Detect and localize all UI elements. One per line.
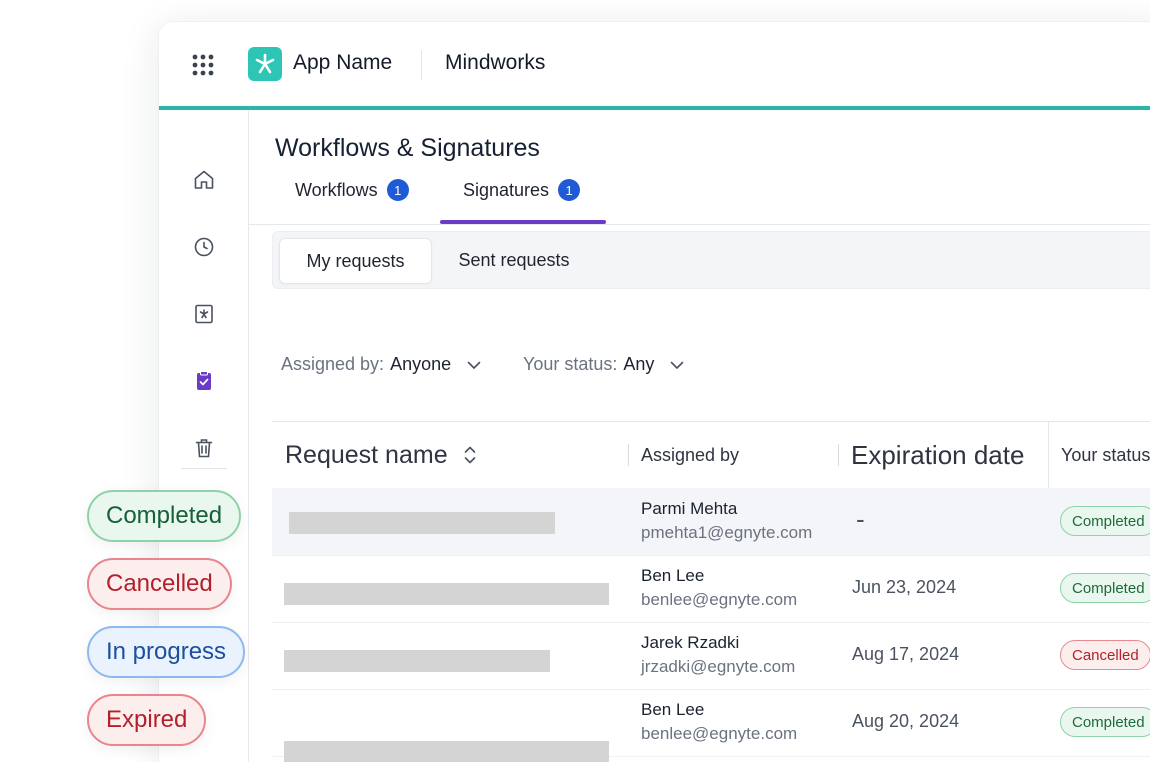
- status-badge: Completed: [1060, 573, 1150, 603]
- your-status-filter-value: Any: [623, 354, 655, 374]
- chevron-down-icon: [467, 361, 481, 369]
- tab-workflows[interactable]: Workflows 1: [295, 179, 409, 201]
- grid-icon[interactable]: [192, 54, 214, 76]
- expiration-date: Aug 20, 2024: [852, 711, 960, 731]
- col-request-name[interactable]: Request name: [285, 422, 478, 488]
- app-window: App Name Mindworks Workflows & Signature…: [159, 22, 1150, 762]
- header-divider: [421, 50, 422, 80]
- request-type-switch: My requests Sent requests: [272, 231, 1150, 289]
- col-assigned-by[interactable]: Assigned by: [641, 422, 739, 488]
- assignee-email: benlee@egnyte.com: [641, 590, 798, 609]
- table-row[interactable]: Ben Lee benlee@egnyte.com Aug 20, 2024 C…: [272, 689, 1150, 762]
- request-name-placeholder: [284, 741, 609, 762]
- status-legend-expired: Expired: [87, 694, 207, 746]
- assigned-by-filter-value: Anyone: [390, 354, 452, 374]
- asterisk-logo-icon[interactable]: [248, 47, 282, 81]
- top-bar: App Name Mindworks: [159, 22, 1150, 106]
- assignee-email: jrzadki@egnyte.com: [641, 657, 796, 676]
- table-header: Request name Assigned by Expiration date…: [272, 421, 1150, 489]
- assigned-by-filter-label: Assigned by:: [281, 354, 385, 374]
- tab-signatures[interactable]: Signatures 1: [463, 179, 581, 201]
- chevron-down-icon: [671, 361, 684, 369]
- asterisk-document-icon[interactable]: [192, 302, 216, 326]
- table-row[interactable]: Parmi Mehta pmehta1@egnyte.com - Complet…: [272, 488, 1150, 556]
- assignee: Ben Lee benlee@egnyte.com: [641, 699, 797, 745]
- status-badge: Completed: [1060, 707, 1150, 737]
- column-divider: [1048, 422, 1049, 488]
- app-name[interactable]: App Name: [293, 51, 392, 75]
- expiration-date: Jun 23, 2024: [852, 577, 957, 597]
- your-status-filter-label: Your status:: [523, 354, 618, 374]
- org-name[interactable]: Mindworks: [445, 51, 545, 75]
- table-row[interactable]: Jarek Rzadki jrzadki@egnyte.com Aug 17, …: [272, 622, 1150, 690]
- home-icon[interactable]: [192, 168, 216, 192]
- col-expiration-date[interactable]: Expiration date: [851, 422, 1024, 488]
- tab-workflows-badge: 1: [386, 179, 409, 201]
- assignee-name: Ben Lee: [641, 566, 705, 585]
- assignee-name: Jarek Rzadki: [641, 633, 740, 652]
- trash-icon[interactable]: [192, 436, 216, 460]
- page-title: Workflows & Signatures: [275, 134, 540, 162]
- status-legend-in-progress: In progress: [87, 626, 246, 678]
- column-divider: [838, 444, 839, 466]
- sort-icon[interactable]: [462, 445, 478, 465]
- assignee-email: pmehta1@egnyte.com: [641, 523, 813, 542]
- assignee-name: Parmi Mehta: [641, 499, 738, 518]
- sidebar-divider: [181, 468, 227, 469]
- assigned-by-filter[interactable]: Assigned by: Anyone: [281, 354, 483, 375]
- expiration-date: -: [856, 504, 865, 534]
- expiration-date: Aug 17, 2024: [852, 644, 960, 664]
- table-row[interactable]: Ben Lee benlee@egnyte.com Jun 23, 2024 C…: [272, 555, 1150, 623]
- clock-icon[interactable]: [192, 235, 216, 259]
- assignee: Ben Lee benlee@egnyte.com: [641, 565, 797, 611]
- assignee-name: Ben Lee: [641, 700, 705, 719]
- tabs-divider: [249, 224, 1150, 225]
- status-badge: Completed: [1060, 506, 1150, 536]
- tab-workflows-label: Workflows: [295, 179, 378, 200]
- sent-requests-button[interactable]: Sent requests: [435, 238, 593, 282]
- assignee: Parmi Mehta pmehta1@egnyte.com: [641, 498, 812, 544]
- col-request-name-label: Request name: [285, 440, 448, 469]
- status-legend-cancelled: Cancelled: [87, 558, 232, 610]
- your-status-filter[interactable]: Your status: Any: [523, 354, 686, 375]
- request-name-placeholder: [284, 650, 550, 672]
- status-badge: Cancelled: [1060, 640, 1150, 670]
- status-legend-completed: Completed: [87, 490, 242, 542]
- request-name-placeholder: [284, 583, 609, 605]
- tab-signatures-label: Signatures: [463, 179, 550, 200]
- column-divider: [628, 444, 629, 466]
- tab-signatures-badge: 1: [558, 179, 581, 201]
- clipboard-check-icon[interactable]: [192, 369, 216, 393]
- request-name-placeholder: [289, 512, 555, 534]
- my-requests-button[interactable]: My requests: [279, 238, 432, 284]
- col-your-status[interactable]: Your status: [1061, 422, 1150, 488]
- assignee-email: benlee@egnyte.com: [641, 724, 798, 743]
- main-content: Workflows & Signatures Workflows 1 Signa…: [249, 110, 1150, 762]
- assignee: Jarek Rzadki jrzadki@egnyte.com: [641, 632, 795, 678]
